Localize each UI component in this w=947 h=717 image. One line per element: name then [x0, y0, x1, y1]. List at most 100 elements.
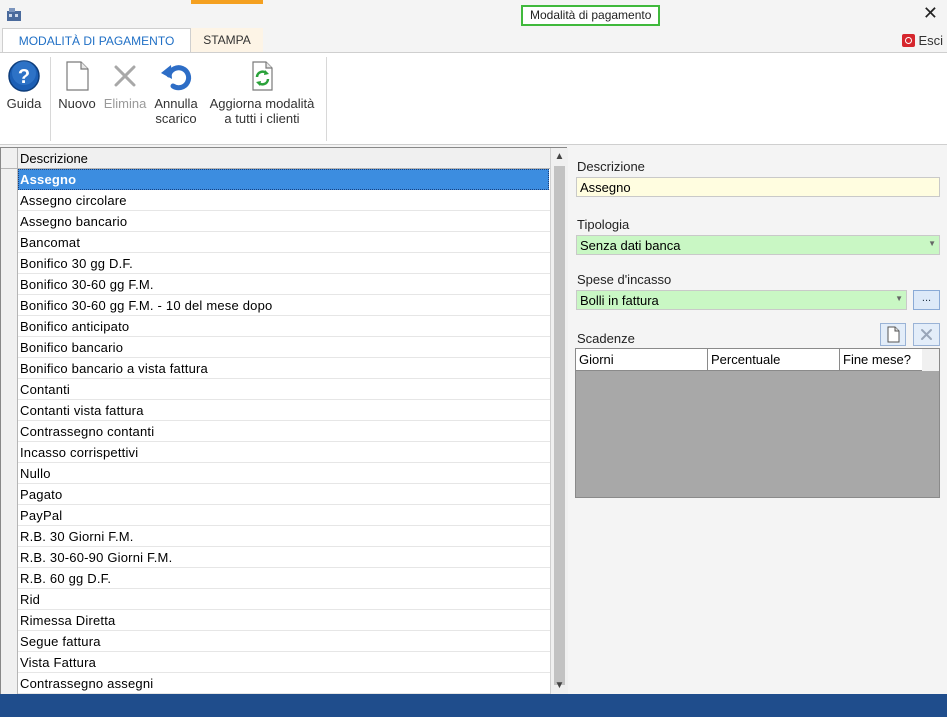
row-descrizione-cell: Assegno circolare [20, 193, 127, 208]
descrizione-field[interactable]: Assegno [576, 177, 940, 197]
new-label: Nuovo [58, 96, 96, 111]
spese-incasso-browse-button[interactable]: ... [913, 290, 940, 310]
table-row[interactable]: Bonifico bancario [1, 337, 550, 358]
table-row[interactable]: R.B. 30 Giorni F.M. [1, 526, 550, 547]
row-header[interactable] [1, 526, 18, 547]
table-row[interactable]: Contrassegno contanti [1, 421, 550, 442]
table-row[interactable]: Assegno [1, 169, 550, 190]
chevron-down-icon[interactable]: ▼ [895, 294, 903, 303]
row-header[interactable] [1, 211, 18, 232]
row-header[interactable] [1, 610, 18, 631]
row-header[interactable] [1, 232, 18, 253]
column-header-percentuale[interactable]: Percentuale [708, 349, 840, 370]
grid-header: Descrizione [1, 148, 550, 169]
delete-scadenza-button[interactable] [913, 323, 940, 346]
row-header[interactable] [1, 190, 18, 211]
tipologia-label: Tipologia [577, 217, 630, 232]
grid-vertical-scrollbar[interactable]: ▲ ▼ [550, 148, 568, 694]
row-header[interactable] [1, 589, 18, 610]
update-all-clients-button[interactable]: Aggiorna modalità a tutti i clienti [204, 59, 320, 126]
row-header[interactable] [1, 442, 18, 463]
column-header-fine-mese[interactable]: Fine mese? [840, 349, 922, 370]
row-header-corner [1, 148, 18, 169]
table-row[interactable]: Nullo [1, 463, 550, 484]
column-header-giorni[interactable]: Giorni [576, 349, 708, 370]
row-descrizione-cell: PayPal [20, 508, 63, 523]
table-row[interactable]: Bonifico anticipato [1, 316, 550, 337]
table-row[interactable]: Rimessa Diretta [1, 610, 550, 631]
delete-button[interactable]: Elimina [102, 59, 148, 111]
table-row[interactable]: Contrassegno assegni [1, 673, 550, 694]
table-row[interactable]: Bonifico bancario a vista fattura [1, 358, 550, 379]
row-header[interactable] [1, 169, 18, 190]
table-row[interactable]: Incasso corrispettivi [1, 442, 550, 463]
row-header[interactable] [1, 568, 18, 589]
help-icon: ? [8, 60, 40, 92]
scroll-up-icon[interactable]: ▲ [551, 148, 568, 165]
row-header[interactable] [1, 505, 18, 526]
table-row[interactable]: Segue fattura [1, 631, 550, 652]
row-header[interactable] [1, 253, 18, 274]
help-label: Guida [6, 96, 42, 111]
window-title: Modalità di pagamento [521, 5, 661, 26]
row-header[interactable] [1, 295, 18, 316]
table-row[interactable]: R.B. 60 gg D.F. [1, 568, 550, 589]
row-header[interactable] [1, 463, 18, 484]
add-scadenza-button[interactable] [880, 323, 906, 346]
row-header[interactable] [1, 652, 18, 673]
row-header[interactable] [1, 400, 18, 421]
table-row[interactable]: Pagato [1, 484, 550, 505]
tipologia-select[interactable]: Senza dati banca ▼ [576, 235, 940, 255]
row-header[interactable] [1, 379, 18, 400]
row-header[interactable] [1, 337, 18, 358]
row-header[interactable] [1, 547, 18, 568]
chevron-down-icon[interactable]: ▼ [928, 239, 936, 248]
row-descrizione-cell: Assegno bancario [20, 214, 128, 229]
table-row[interactable]: Vista Fattura [1, 652, 550, 673]
row-header[interactable] [1, 274, 18, 295]
table-row[interactable]: PayPal [1, 505, 550, 526]
row-descrizione-cell: Bonifico bancario [20, 340, 124, 355]
scroll-thumb[interactable] [554, 166, 565, 685]
delete-x-icon [114, 65, 136, 87]
row-descrizione-cell: Bonifico anticipato [20, 319, 130, 334]
exit-button[interactable]: Esci [902, 33, 943, 48]
row-header[interactable] [1, 631, 18, 652]
tab-modalita-pagamento[interactable]: MODALITÀ DI PAGAMENTO [2, 28, 191, 53]
row-descrizione-cell: Bonifico 30-60 gg F.M. [20, 277, 154, 292]
row-header[interactable] [1, 673, 18, 694]
row-descrizione-cell: Rid [20, 592, 41, 607]
title-bar: Modalità di pagamento ✕ [0, 0, 947, 28]
table-row[interactable]: Contanti [1, 379, 550, 400]
table-row[interactable]: Assegno bancario [1, 211, 550, 232]
table-row[interactable]: R.B. 30-60-90 Giorni F.M. [1, 547, 550, 568]
row-descrizione-cell: Vista Fattura [20, 655, 97, 670]
row-descrizione-cell: Assegno [20, 172, 77, 187]
scadenze-scrollbar[interactable] [922, 349, 939, 371]
tab-stampa[interactable]: STAMPA [191, 28, 263, 53]
table-row[interactable]: Bancomat [1, 232, 550, 253]
table-row[interactable]: Bonifico 30-60 gg F.M. [1, 274, 550, 295]
exit-label: Esci [918, 33, 943, 48]
row-header[interactable] [1, 316, 18, 337]
row-descrizione-cell: Bonifico bancario a vista fattura [20, 361, 208, 376]
help-button[interactable]: ? Guida [5, 59, 43, 111]
undo-label-2: scarico [155, 111, 197, 126]
close-icon[interactable]: ✕ [923, 3, 938, 23]
table-row[interactable]: Bonifico 30 gg D.F. [1, 253, 550, 274]
table-row[interactable]: Contanti vista fattura [1, 400, 550, 421]
table-row[interactable]: Assegno circolare [1, 190, 550, 211]
row-header[interactable] [1, 421, 18, 442]
column-header-descrizione[interactable]: Descrizione [20, 151, 88, 166]
ribbon-toolbar: ? Guida Nuovo Elimina Annulla scarico Ag… [0, 52, 947, 145]
spese-incasso-select[interactable]: Bolli in fattura ▼ [576, 290, 907, 310]
new-button[interactable]: Nuovo [55, 59, 99, 111]
new-document-icon [66, 61, 89, 91]
row-header[interactable] [1, 358, 18, 379]
undo-unload-button[interactable]: Annulla scarico [151, 59, 201, 126]
row-descrizione-cell: Contrassegno contanti [20, 424, 155, 439]
scroll-down-icon[interactable]: ▼ [551, 677, 568, 694]
table-row[interactable]: Rid [1, 589, 550, 610]
row-header[interactable] [1, 484, 18, 505]
table-row[interactable]: Bonifico 30-60 gg F.M. - 10 del mese dop… [1, 295, 550, 316]
